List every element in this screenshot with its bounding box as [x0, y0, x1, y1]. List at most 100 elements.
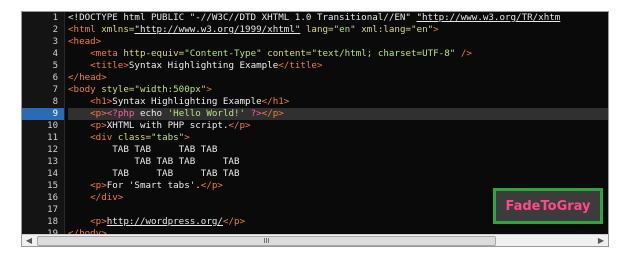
code-token: TAB TAB TAB TAB: [68, 144, 218, 155]
code-token: <title>: [90, 60, 129, 71]
badge-label: FadeToGray: [505, 198, 591, 214]
code-token: </p>: [261, 108, 284, 119]
code-line[interactable]: <!DOCTYPE html PUBLIC "-//W3C//DTD XHTML…: [68, 12, 608, 24]
code-token: XHTML with PHP script.: [106, 120, 229, 131]
line-number: 14: [47, 169, 58, 179]
code-token: >: [206, 84, 212, 95]
code-token: <html: [68, 24, 102, 35]
line-number: 16: [47, 193, 58, 203]
code-token: </p>: [200, 180, 223, 191]
code-token: Syntax Highlighting Example: [128, 60, 279, 71]
code-token: </head>: [68, 72, 107, 83]
code-line[interactable]: <body style="width:500px">: [68, 84, 608, 96]
code-line[interactable]: <meta http-equiv="Content-Type" content=…: [68, 48, 608, 60]
line-number: 12: [47, 145, 58, 155]
code-line[interactable]: TAB TAB TAB TAB: [68, 156, 608, 168]
code-token: xml:lang=: [355, 24, 412, 35]
horizontal-scrollbar[interactable]: ◀ III ▶: [22, 234, 608, 246]
code-token: <head>: [68, 36, 102, 47]
code-token: style=: [101, 84, 135, 95]
code-token: "en": [333, 24, 356, 35]
code-token: TAB TAB TAB TAB: [68, 168, 240, 179]
code-token: class=: [117, 132, 152, 143]
code-line[interactable]: <div class="tabs">: [68, 132, 608, 144]
code-token: <h1>: [90, 96, 113, 107]
code-line[interactable]: TAB TAB TAB TAB: [68, 168, 608, 180]
code-token: </div>: [90, 192, 124, 203]
line-number-gutter: 12345678910111213141516171819: [22, 12, 65, 239]
code-token: <meta: [90, 48, 124, 59]
code-line[interactable]: <p>XHTML with PHP script.</p>: [68, 120, 608, 132]
code-token: "en": [411, 24, 434, 35]
code-token: >: [433, 24, 439, 35]
code-line[interactable]: <head>: [68, 36, 608, 48]
line-number: 18: [47, 217, 58, 227]
code-token: echo: [134, 108, 168, 119]
line-number: 4: [52, 49, 58, 59]
line-number: 3: [52, 37, 58, 47]
code-token: "http://www.w3.org/1999/xhtml": [134, 24, 301, 35]
code-token: <!DOCTYPE html PUBLIC "-//W3C//DTD XHTML…: [68, 12, 417, 23]
code-token: </h1>: [261, 96, 290, 107]
line-number: 17: [47, 205, 58, 215]
code-token: http-equiv=: [123, 48, 185, 59]
scrollbar-thumb[interactable]: III: [37, 236, 496, 246]
code-token: </p>: [228, 120, 251, 131]
scroll-right-arrow-icon[interactable]: ▶: [594, 235, 608, 246]
code-token: "Content-Type": [184, 48, 262, 59]
line-number: 7: [52, 85, 58, 95]
line-number: 1: [52, 13, 58, 23]
line-number: 8: [52, 97, 58, 107]
code-token: "tabs": [151, 132, 185, 143]
line-number: 13: [47, 157, 58, 167]
code-token: <p>: [90, 120, 107, 131]
code-token: "http://www.w3.org/TR/xhtm: [416, 12, 561, 23]
code-token: Syntax Highlighting Example: [112, 96, 262, 107]
code-line[interactable]: <title>Syntax Highlighting Example</titl…: [68, 60, 608, 72]
line-number: 9: [22, 108, 64, 120]
code-token: ?>: [245, 108, 262, 119]
code-token: "text/html; charset=UTF-8": [311, 48, 456, 59]
code-token: For 'Smart tabs'.: [106, 180, 201, 191]
code-token: <body: [68, 84, 102, 95]
line-number: 11: [47, 133, 58, 143]
code-token: <p>: [90, 108, 107, 119]
code-token: content=: [261, 48, 312, 59]
line-number: 5: [52, 61, 58, 71]
code-token: >: [184, 132, 190, 143]
code-token: <div: [90, 132, 118, 143]
code-line[interactable]: <p><?php echo 'Hello World!' ?></p>: [68, 108, 608, 120]
line-number: 10: [47, 121, 58, 131]
line-number: 6: [52, 73, 58, 83]
code-token: />: [455, 48, 472, 59]
code-line[interactable]: <html xmlns="http://www.w3.org/1999/xhtm…: [68, 24, 608, 36]
code-token: http://wordpress.org/: [106, 216, 223, 227]
code-token: lang=: [300, 24, 334, 35]
fadetogray-badge: FadeToGray: [493, 188, 603, 224]
code-token: <p>: [90, 180, 107, 191]
code-line[interactable]: TAB TAB TAB TAB: [68, 144, 608, 156]
code-token: TAB TAB TAB TAB: [68, 156, 240, 167]
code-token: 'Hello World!': [167, 108, 246, 119]
line-number: 15: [47, 181, 58, 191]
code-editor[interactable]: 12345678910111213141516171819 <!DOCTYPE …: [21, 11, 609, 247]
code-token: <p>: [90, 216, 107, 227]
code-line[interactable]: <h1>Syntax Highlighting Example</h1>: [68, 96, 608, 108]
code-token: </title>: [278, 60, 323, 71]
scroll-left-arrow-icon[interactable]: ◀: [22, 235, 36, 246]
code-token: </p>: [222, 216, 246, 227]
code-line[interactable]: </head>: [68, 72, 608, 84]
line-number: 2: [52, 25, 58, 35]
code-token: xmlns=: [101, 24, 135, 35]
code-token: <?php: [106, 108, 135, 119]
code-token: "width:500px": [134, 84, 207, 95]
